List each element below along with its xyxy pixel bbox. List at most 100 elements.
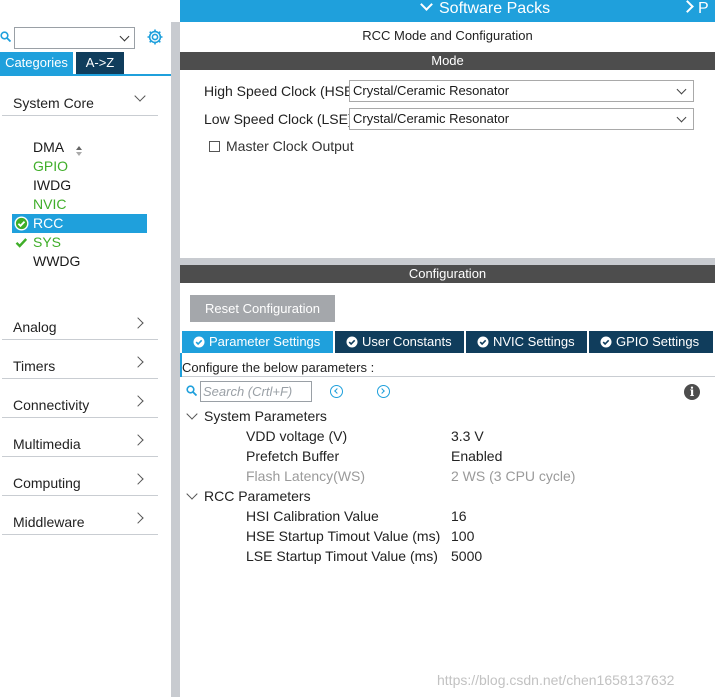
- chevron-right-icon: [681, 0, 694, 13]
- next-menu-label: P: [698, 0, 709, 17]
- category-label: Timers: [13, 358, 56, 374]
- info-icon[interactable]: i: [684, 384, 700, 400]
- search-icon: [186, 385, 197, 396]
- check-circle-icon: [346, 336, 358, 348]
- sidebar: Categories A->Z System Core DMA GPIO IWD…: [0, 22, 172, 697]
- page-title: RCC Mode and Configuration: [362, 28, 533, 43]
- master-clock-output-checkbox[interactable]: [209, 141, 220, 152]
- sidebar-item-iwdg[interactable]: IWDG: [12, 176, 147, 195]
- tab-label: NVIC Settings: [493, 334, 575, 349]
- sidebar-search-row: [0, 26, 172, 49]
- next-match-icon[interactable]: [377, 385, 390, 398]
- sidebar-search-input[interactable]: [14, 27, 135, 49]
- watermark: https://blog.csdn.net/chen1658137632: [437, 672, 675, 688]
- tabs-underline: [0, 74, 171, 76]
- search-icon: [0, 31, 11, 42]
- next-menu[interactable]: P: [681, 0, 709, 22]
- tab-label: Parameter Settings: [209, 334, 321, 349]
- chevron-down-icon: [134, 90, 146, 102]
- chevron-down-icon[interactable]: [186, 408, 198, 420]
- tab-label: GPIO Settings: [616, 334, 700, 349]
- hse-select[interactable]: Crystal/Ceramic Resonator: [349, 80, 694, 102]
- sidebar-item-dma[interactable]: DMA: [12, 138, 147, 157]
- parameter-search-input[interactable]: Search (Crtl+F): [200, 381, 312, 402]
- sidebar-item-wwdg[interactable]: WWDG: [12, 252, 147, 271]
- previous-match-icon[interactable]: [330, 385, 343, 398]
- hse-label: High Speed Clock (HSE): [204, 83, 359, 99]
- chevron-right-icon: [132, 356, 144, 368]
- param-name: Flash Latency(WS): [246, 468, 366, 484]
- check-circle-icon: [193, 336, 205, 348]
- category-label: System Core: [13, 95, 94, 111]
- sidebar-item-label: RCC: [33, 215, 64, 231]
- sidebar-item-label: WWDG: [33, 253, 81, 269]
- tab-label: User Constants: [362, 334, 452, 349]
- top-bar: Software Packs P: [0, 0, 715, 22]
- param-name: VDD voltage (V): [246, 428, 348, 444]
- param-value[interactable]: 5000: [451, 548, 482, 564]
- configuration-bar: Configuration: [180, 265, 715, 283]
- check-circle-icon: [14, 216, 29, 231]
- lse-label: Low Speed Clock (LSE): [204, 111, 353, 127]
- tab-a-z[interactable]: A->Z: [76, 52, 124, 74]
- category-computing[interactable]: Computing: [2, 464, 158, 496]
- mode-bar: Mode: [180, 52, 715, 70]
- panel-divider[interactable]: [180, 258, 715, 265]
- chevron-right-icon: [132, 512, 144, 524]
- sidebar-item-sys[interactable]: SYS: [12, 233, 147, 252]
- category-system-core[interactable]: System Core: [2, 84, 158, 116]
- category-timers[interactable]: Timers: [2, 347, 158, 379]
- sidebar-item-nvic[interactable]: NVIC: [12, 195, 147, 214]
- param-value[interactable]: 3.3 V: [451, 428, 484, 444]
- software-packs-menu[interactable]: Software Packs: [420, 0, 551, 22]
- param-value: 2 WS (3 CPU cycle): [451, 468, 576, 484]
- category-multimedia[interactable]: Multimedia: [2, 425, 158, 457]
- lse-select[interactable]: Crystal/Ceramic Resonator: [349, 108, 694, 130]
- check-icon: [15, 238, 28, 248]
- param-value[interactable]: 100: [451, 528, 474, 544]
- lse-value: Crystal/Ceramic Resonator: [353, 111, 510, 126]
- category-label: Multimedia: [13, 436, 81, 452]
- sidebar-scrollbar[interactable]: [171, 22, 180, 697]
- chevron-right-icon: [132, 395, 144, 407]
- chevron-down-icon: [119, 31, 130, 42]
- tab-categories[interactable]: Categories: [0, 52, 73, 74]
- configure-instructions: Configure the below parameters :: [182, 358, 715, 377]
- hse-value: Crystal/Ceramic Resonator: [353, 83, 510, 98]
- category-connectivity[interactable]: Connectivity: [2, 386, 158, 418]
- tab-user-constants[interactable]: User Constants: [335, 331, 464, 353]
- param-value[interactable]: Enabled: [451, 448, 502, 464]
- tab-parameter-settings[interactable]: Parameter Settings: [182, 331, 333, 353]
- sidebar-item-label: GPIO: [33, 158, 69, 174]
- category-label: Middleware: [13, 514, 85, 530]
- category-label: Computing: [13, 475, 81, 491]
- category-middleware[interactable]: Middleware: [2, 503, 158, 535]
- sidebar-item-label: IWDG: [33, 177, 72, 193]
- chevron-down-icon[interactable]: [186, 488, 198, 500]
- category-label: Analog: [13, 319, 57, 335]
- category-label: Connectivity: [13, 397, 90, 413]
- param-value[interactable]: 16: [451, 508, 467, 524]
- param-name: HSE Startup Timout Value (ms): [246, 528, 441, 544]
- check-circle-icon: [600, 336, 612, 348]
- group-system-parameters[interactable]: System Parameters: [204, 408, 327, 424]
- master-clock-output-label: Master Clock Output: [226, 138, 354, 154]
- category-analog[interactable]: Analog: [2, 308, 158, 340]
- sidebar-item-label: SYS: [33, 234, 62, 250]
- sidebar-item-rcc[interactable]: RCC: [12, 214, 147, 233]
- software-packs-label: Software Packs: [439, 0, 551, 17]
- gear-icon[interactable]: [146, 28, 164, 46]
- group-rcc-parameters[interactable]: RCC Parameters: [204, 488, 311, 504]
- tab-gpio-settings[interactable]: GPIO Settings: [589, 331, 713, 353]
- sidebar-item-gpio[interactable]: GPIO: [12, 157, 147, 176]
- chevron-right-icon: [132, 473, 144, 485]
- chevron-down-icon: [420, 0, 433, 11]
- check-circle-icon: [477, 336, 489, 348]
- chevron-right-icon: [132, 317, 144, 329]
- param-name: HSI Calibration Value: [246, 508, 379, 524]
- reset-configuration-button[interactable]: Reset Configuration: [190, 295, 335, 322]
- param-name: LSE Startup Timout Value (ms): [246, 548, 438, 564]
- chevron-down-icon: [676, 112, 687, 123]
- sidebar-item-label: NVIC: [33, 196, 67, 212]
- tab-nvic-settings[interactable]: NVIC Settings: [466, 331, 587, 353]
